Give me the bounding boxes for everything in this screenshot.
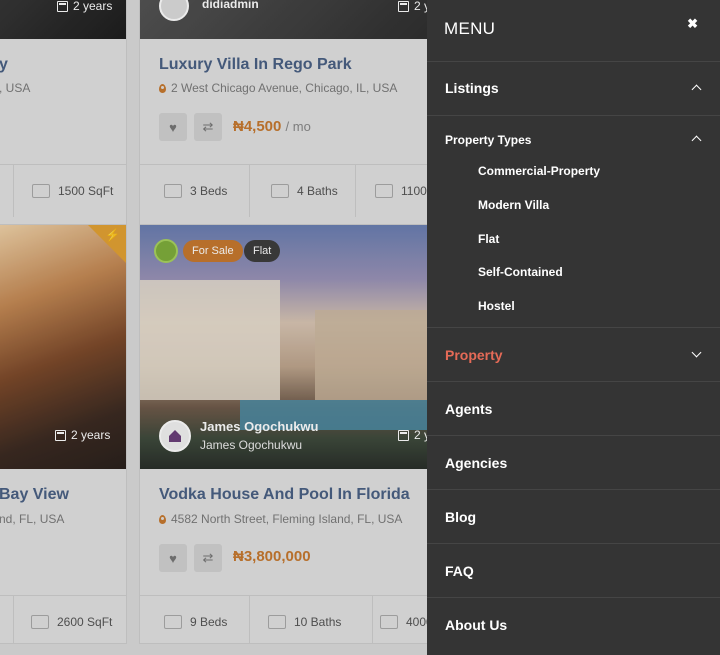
- submenu-item-commercial-property[interactable]: Commercial-Property: [478, 164, 600, 178]
- chevron-down-icon[interactable]: [691, 347, 702, 358]
- submenu-item-self-contained[interactable]: Self-Contained: [478, 265, 563, 279]
- menu-item-listings[interactable]: Listings: [427, 62, 720, 116]
- menu-item-label: About Us: [445, 617, 508, 633]
- submenu-item-flat[interactable]: Flat: [478, 232, 499, 246]
- submenu-label[interactable]: Property Types: [445, 133, 531, 147]
- chevron-up-icon[interactable]: [691, 135, 702, 146]
- menu-title: MENU: [444, 19, 496, 38]
- menu-item-label: Property: [445, 347, 503, 363]
- menu-item-label: Blog: [445, 509, 477, 525]
- menu-item-agencies[interactable]: Agencies: [427, 436, 720, 490]
- menu-item-label: FAQ: [445, 563, 474, 579]
- menu-item-faq[interactable]: FAQ: [427, 544, 720, 598]
- menu-header: MENU ✖: [427, 0, 720, 62]
- page-dim-overlay[interactable]: [0, 0, 430, 655]
- mobile-menu: MENU ✖ Listings Property Types Commercia…: [427, 0, 720, 655]
- submenu-item-hostel[interactable]: Hostel: [478, 299, 515, 313]
- menu-item-label: Agencies: [445, 455, 508, 471]
- menu-item-about-us[interactable]: About Us: [427, 598, 720, 655]
- menu-item-property[interactable]: Property: [427, 328, 720, 382]
- submenu-item-modern-villa[interactable]: Modern Villa: [478, 198, 549, 212]
- chevron-up-icon[interactable]: [691, 84, 702, 95]
- close-icon[interactable]: ✖: [687, 16, 698, 32]
- menu-item-blog[interactable]: Blog: [427, 490, 720, 544]
- menu-item-label: Listings: [445, 80, 499, 96]
- menu-item-agents[interactable]: Agents: [427, 382, 720, 436]
- listings-page: 2 years y , USA 1500 SqFt didiadmin 2 y …: [0, 0, 430, 655]
- menu-item-label: Agents: [445, 401, 493, 417]
- submenu-property-types: Property Types Commercial-Property Moder…: [427, 116, 720, 328]
